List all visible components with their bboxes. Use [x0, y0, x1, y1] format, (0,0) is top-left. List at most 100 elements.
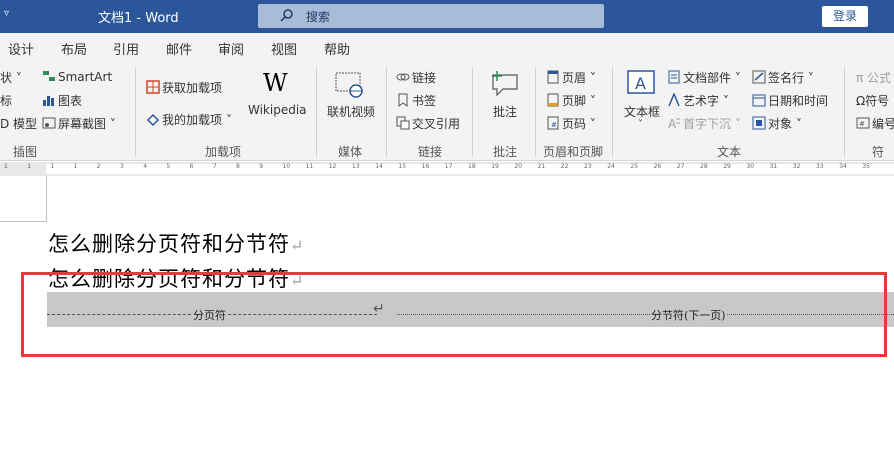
smartart-button[interactable]: SmartArt	[42, 69, 112, 84]
ruler-tick-label: 23	[584, 163, 592, 170]
screenshot-icon	[42, 117, 56, 129]
svg-text:A: A	[668, 117, 677, 130]
ruler-tick-label: 20	[514, 163, 523, 170]
link-icon	[396, 73, 410, 81]
ruler-tick-label: 13	[352, 163, 360, 170]
highlight-box	[21, 272, 887, 357]
online-video-button[interactable]: 联机视频	[327, 103, 375, 120]
tab-review[interactable]: 审阅	[218, 39, 244, 58]
pi-icon: π	[856, 71, 868, 85]
search-box[interactable]: 搜索	[258, 4, 604, 28]
ruler-tick-label: 1	[50, 163, 55, 170]
quick-access-caret[interactable]: ▿	[4, 8, 9, 19]
footer-label: 页脚 ˅	[562, 94, 596, 108]
ruler-tick-label: 14	[375, 163, 383, 170]
separator	[316, 67, 317, 157]
link-button[interactable]: 链接	[396, 69, 436, 86]
ruler-tick-label: 24	[607, 163, 615, 170]
textbox-chevron-icon[interactable]: ˅	[638, 119, 643, 130]
number-icon: #	[856, 117, 870, 129]
svg-text:#: #	[859, 120, 865, 128]
margin-marker	[0, 221, 46, 222]
ruler-tick-label: 21	[537, 163, 546, 170]
page-number-icon: #	[547, 116, 559, 130]
group-label-text: 文本	[717, 145, 742, 159]
cross-reference-button[interactable]: 交叉引用	[396, 115, 460, 132]
footer-button[interactable]: 页脚 ˅	[546, 92, 596, 109]
tab-references[interactable]: 引用	[113, 39, 139, 58]
object-icon	[752, 116, 766, 130]
ruler-tick-label: 18	[468, 163, 476, 170]
dropcap-icon: A	[668, 117, 680, 130]
horizontal-ruler[interactable]: 1 1 1 1 2 3 4 5 6 7 8 9 10 11 12 13 14 15 16 17 18 19 20 21 22 23…	[0, 162, 894, 176]
paragraph-mark-icon: ↵	[290, 236, 305, 255]
separator	[612, 67, 613, 157]
ruler-tick-label: 1	[4, 163, 8, 170]
my-addins-button[interactable]: 我的加载项 ˅	[146, 111, 232, 128]
margin-marker	[46, 176, 47, 222]
group-label-addins: 加载项	[205, 145, 242, 159]
search-label: 搜索	[306, 10, 331, 24]
dropcap-button[interactable]: A 首字下沉 ˅	[667, 115, 741, 132]
ribbon-insert: 状 ˅ 标 D 模型 SmartArt 图表 屏幕截图 ˅ 插图 获取加载项 我…	[0, 61, 894, 176]
wikipedia-button[interactable]: Wikipedia	[248, 103, 307, 117]
tab-layout[interactable]: 布局	[61, 39, 87, 58]
page-number-button[interactable]: # 页码 ˅	[546, 115, 596, 132]
ruler-tick-label: 22	[560, 163, 569, 170]
3d-models-button[interactable]: D 模型	[0, 115, 37, 132]
ruler-tick-label: 17	[444, 163, 453, 170]
tab-view[interactable]: 视图	[271, 39, 297, 58]
chart-icon	[43, 96, 54, 106]
ruler-tick-label: 34	[839, 163, 847, 170]
ruler-tick-label: 32	[792, 163, 801, 170]
screenshot-button[interactable]: 屏幕截图 ˅	[42, 115, 116, 132]
symbol-button[interactable]: Ω符号	[856, 92, 889, 109]
ruler-tick-label: 8	[236, 163, 240, 170]
textbox-button[interactable]: 文本框	[624, 103, 660, 120]
ruler-tick-label: 28	[700, 163, 708, 170]
shapes-button[interactable]: 状 ˅	[0, 69, 22, 86]
page-number-label: 页码 ˅	[562, 117, 596, 131]
object-button[interactable]: 对象 ˅	[752, 115, 802, 132]
window-title: 文档1 - Word	[98, 11, 179, 26]
tab-help[interactable]: 帮助	[324, 39, 350, 58]
separator	[135, 67, 136, 157]
bookmark-button[interactable]: 书签	[396, 92, 436, 109]
ruler-tick-label: 35	[862, 163, 871, 170]
cross-reference-label: 交叉引用	[412, 117, 461, 131]
bookmark-icon	[398, 93, 408, 107]
svg-text:#: #	[551, 121, 557, 129]
group-label-links: 链接	[418, 145, 443, 159]
login-button[interactable]: 登录	[822, 6, 868, 27]
doc-paragraph-1[interactable]: 怎么删除分页符和分节符↵	[48, 228, 304, 258]
comment-button[interactable]: 批注	[493, 103, 517, 120]
signature-line-button[interactable]: 签名行 ˅	[752, 69, 814, 86]
addins-icon	[146, 113, 160, 126]
signature-line-label: 签名行 ˅	[768, 71, 814, 85]
separator	[386, 67, 387, 157]
icons-button[interactable]: 标	[0, 92, 12, 109]
ruler-tick-label: 25	[630, 163, 639, 170]
smartart-icon	[43, 71, 55, 81]
date-time-button[interactable]: 日期和时间	[752, 92, 828, 109]
header-button[interactable]: 页眉 ˅	[546, 69, 596, 86]
equation-button[interactable]: π 公式	[856, 69, 891, 86]
dropcap-label: 首字下沉 ˅	[683, 117, 741, 131]
get-addins-button[interactable]: 获取加载项	[146, 79, 222, 96]
tab-mailings[interactable]: 邮件	[166, 39, 192, 58]
wordart-button[interactable]: 艺术字 ˅	[667, 92, 729, 109]
quick-parts-icon	[668, 70, 680, 84]
number-button[interactable]: # 编号	[856, 115, 894, 132]
paragraph-text: 怎么删除分页符和分节符	[48, 232, 290, 256]
chart-button[interactable]: 图表	[42, 92, 82, 109]
wikipedia-icon: W	[263, 69, 288, 97]
ruler-tick-label: 11	[305, 163, 314, 170]
ribbon-tabs: 设计 布局 引用 邮件 审阅 视图 帮助	[0, 33, 894, 61]
tab-design[interactable]: 设计	[8, 39, 34, 58]
ruler-tick-label: 6	[189, 163, 194, 170]
ruler-tick-label: 10	[282, 163, 291, 170]
quick-parts-button[interactable]: 文档部件 ˅	[667, 69, 741, 86]
number-label: 编号	[872, 117, 894, 131]
ruler-tick-label: 2	[96, 163, 101, 170]
group-label-media: 媒体	[338, 145, 363, 159]
